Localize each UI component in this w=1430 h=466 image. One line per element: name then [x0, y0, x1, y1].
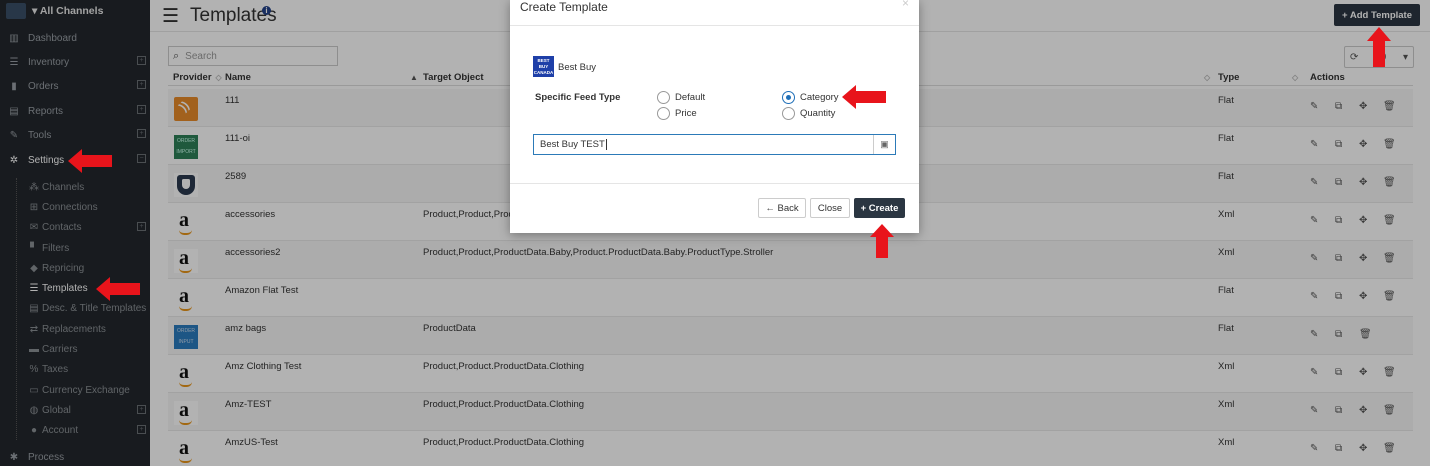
best-buy-logo: BEST BUY CANADA: [533, 56, 554, 77]
radio-price[interactable]: Price: [657, 107, 697, 120]
close-icon[interactable]: ×: [902, 0, 909, 10]
annotation-arrow-left: [96, 277, 140, 301]
radio-label: Category: [800, 92, 839, 103]
divider: [510, 25, 919, 26]
create-button[interactable]: + Create: [854, 198, 905, 218]
radio-circle[interactable]: [657, 107, 670, 120]
create-template-modal: Create Template × BEST BUY CANADA Best Buy…: [510, 0, 919, 233]
radio-category[interactable]: Category: [782, 91, 839, 104]
annotation-arrow-left: [68, 149, 112, 173]
template-name-value: Best Buy TEST: [540, 139, 605, 150]
modal-title: Create Template: [520, 0, 608, 14]
channel-name: Best Buy: [558, 62, 597, 73]
radio-circle[interactable]: [782, 107, 795, 120]
radio-circle[interactable]: [782, 91, 795, 104]
template-name-input[interactable]: Best Buy TEST ▣: [533, 134, 896, 155]
annotation-arrow-up: [1367, 27, 1391, 67]
text-cursor: [605, 139, 607, 150]
annotation-arrow-left: [842, 85, 886, 109]
annotation-arrow-up: [870, 224, 894, 258]
radio-label: Price: [675, 108, 697, 119]
radio-circle[interactable]: [657, 91, 670, 104]
back-button[interactable]: ← Back: [758, 198, 806, 218]
modal-header: Create Template ×: [510, 0, 919, 24]
briefcase-icon[interactable]: ▣: [873, 135, 895, 154]
divider: [510, 183, 919, 184]
radio-default[interactable]: Default: [657, 91, 705, 104]
close-button[interactable]: Close: [810, 198, 850, 218]
radio-label: Quantity: [800, 108, 836, 119]
radio-label: Default: [675, 92, 706, 103]
radio-quantity[interactable]: Quantity: [782, 107, 835, 120]
feed-type-label: Specific Feed Type: [535, 92, 621, 103]
